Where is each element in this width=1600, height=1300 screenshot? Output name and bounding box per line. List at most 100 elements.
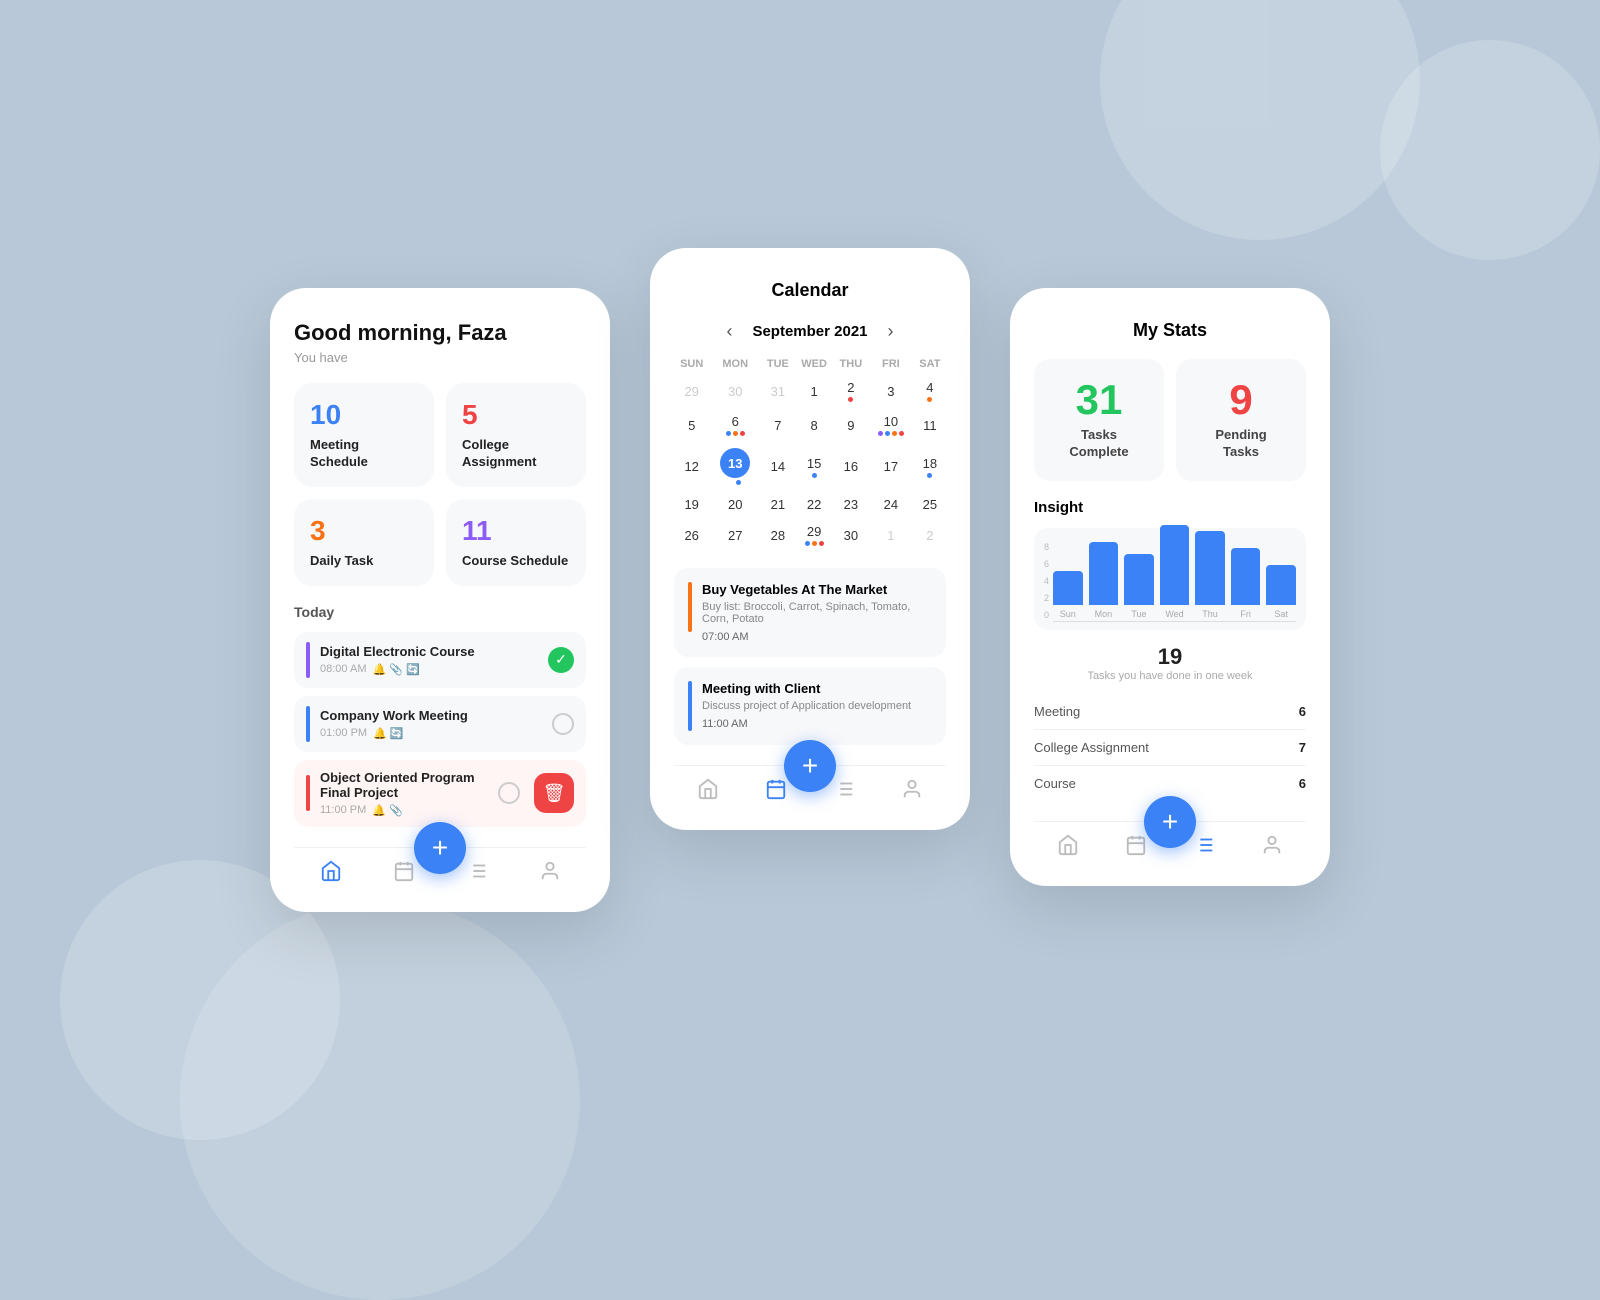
cal-day[interactable]: 8	[795, 408, 834, 442]
cal-day[interactable]: 24	[868, 491, 914, 518]
task-circle-2	[498, 782, 520, 804]
cal-day[interactable]: 30	[709, 374, 761, 408]
task-actions-0: ✓	[548, 647, 574, 673]
cal-day[interactable]: 2	[834, 374, 868, 408]
cal-day[interactable]: 29	[674, 374, 709, 408]
calendar-dot	[819, 541, 824, 546]
cal-day[interactable]: 27	[709, 518, 761, 552]
dot-row	[916, 473, 944, 478]
right-fab-button[interactable]: +	[1144, 796, 1196, 848]
stat-label-2: Daily Task	[310, 553, 418, 570]
task-item-0[interactable]: Digital Electronic Course 08:00 AM 🔔 📎 🔄…	[294, 632, 586, 688]
cal-day[interactable]: 13	[709, 442, 761, 491]
cal-day[interactable]: 5	[674, 408, 709, 442]
cal-day[interactable]: 25	[914, 491, 946, 518]
cal-day[interactable]: 16	[834, 442, 868, 491]
cal-day[interactable]: 1	[795, 374, 834, 408]
stat-num-3: 11	[462, 515, 570, 547]
cal-day[interactable]: 17	[868, 442, 914, 491]
next-month-button[interactable]: ›	[888, 321, 894, 342]
cal-day[interactable]: 30	[834, 518, 868, 552]
middle-nav-home-icon[interactable]	[697, 778, 719, 806]
bar-label-2: Tue	[1131, 609, 1146, 619]
bar-col-0: Sun	[1053, 571, 1083, 619]
nav-home-icon[interactable]	[320, 860, 342, 888]
calendar-dot	[899, 431, 904, 436]
cal-day[interactable]: 21	[761, 491, 794, 518]
task-item-2[interactable]: Object Oriented Program Final Project 11…	[294, 760, 586, 827]
cal-day[interactable]: 31	[761, 374, 794, 408]
calendar-days-header: SUNMONTUEWEDTHUFRISAT	[674, 354, 946, 374]
calendar-dot	[927, 473, 932, 478]
bg-decoration-2	[1380, 40, 1600, 260]
task-meta-1: 01:00 PM 🔔 🔄	[320, 727, 542, 740]
nav-list-icon[interactable]	[466, 860, 488, 888]
cal-day[interactable]: 4	[914, 374, 946, 408]
day-num: 21	[763, 497, 792, 512]
right-nav-home-icon[interactable]	[1057, 834, 1079, 862]
event-card-1[interactable]: Meeting with Client Discuss project of A…	[674, 667, 946, 745]
calendar-dot	[812, 541, 817, 546]
cal-day[interactable]: 10	[868, 408, 914, 442]
cal-day[interactable]: 9	[834, 408, 868, 442]
cal-week-3: 19202122232425	[674, 491, 946, 518]
cal-day[interactable]: 2	[914, 518, 946, 552]
task-meta-2: 11:00 PM 🔔 📎	[320, 804, 488, 817]
chart-y-axis: 8 6 4 2 0	[1044, 542, 1049, 622]
prev-month-button[interactable]: ‹	[726, 321, 732, 342]
cal-day[interactable]: 6	[709, 408, 761, 442]
cal-day-header: THU	[834, 354, 868, 374]
right-nav-profile-icon[interactable]	[1261, 834, 1283, 862]
stat-num-0: 10	[310, 399, 418, 431]
right-nav-list-icon[interactable]	[1193, 834, 1215, 862]
stat-card-1[interactable]: 5 College Assignment	[446, 383, 586, 487]
dot-row	[711, 431, 759, 436]
cal-day[interactable]: 7	[761, 408, 794, 442]
nav-profile-icon[interactable]	[539, 860, 561, 888]
task-item-1[interactable]: Company Work Meeting 01:00 PM 🔔 🔄	[294, 696, 586, 752]
middle-nav-calendar-icon[interactable]	[765, 778, 787, 806]
cal-day[interactable]: 15	[795, 442, 834, 491]
cal-day[interactable]: 28	[761, 518, 794, 552]
cal-day[interactable]: 20	[709, 491, 761, 518]
stat-card-2[interactable]: 3 Daily Task	[294, 499, 434, 586]
bar-3	[1160, 525, 1190, 605]
tasks-complete-box: 31 TasksComplete	[1034, 359, 1164, 481]
right-nav-calendar-icon[interactable]	[1125, 834, 1147, 862]
cal-day[interactable]: 18	[914, 442, 946, 491]
middle-fab-button[interactable]: +	[784, 740, 836, 792]
fab-add-button[interactable]: +	[414, 822, 466, 874]
cal-day[interactable]: 22	[795, 491, 834, 518]
stat-card-3[interactable]: 11 Course Schedule	[446, 499, 586, 586]
cal-day[interactable]: 29	[795, 518, 834, 552]
cal-day[interactable]: 11	[914, 408, 946, 442]
event-info-1: Meeting with Client Discuss project of A…	[702, 681, 911, 730]
cal-day[interactable]: 3	[868, 374, 914, 408]
event-card-0[interactable]: Buy Vegetables At The Market Buy list: B…	[674, 568, 946, 657]
middle-nav-profile-icon[interactable]	[901, 778, 923, 806]
cal-day[interactable]: 1	[868, 518, 914, 552]
event-title-0: Buy Vegetables At The Market	[702, 582, 932, 597]
cal-day[interactable]: 19	[674, 491, 709, 518]
day-num: 14	[763, 459, 792, 474]
bar-col-1: Mon	[1089, 542, 1119, 619]
stat-card-0[interactable]: 10 Meeting Schedule	[294, 383, 434, 487]
task-time-2: 11:00 PM	[320, 804, 366, 816]
breakdown-val-0: 6	[1299, 704, 1306, 719]
cal-day[interactable]: 12	[674, 442, 709, 491]
calendar-dot	[733, 431, 738, 436]
task-done-icon-0: ✓	[548, 647, 574, 673]
bar-6	[1266, 565, 1296, 605]
middle-nav-list-icon[interactable]	[833, 778, 855, 806]
nav-calendar-icon[interactable]	[393, 860, 415, 888]
bar-4	[1195, 531, 1225, 605]
tasks-complete-num: 31	[1050, 379, 1148, 421]
bg-decoration-1	[1100, 0, 1420, 240]
cal-day[interactable]: 23	[834, 491, 868, 518]
bar-5	[1231, 548, 1261, 605]
cal-day[interactable]: 14	[761, 442, 794, 491]
event-bar-1	[688, 681, 692, 731]
cal-day[interactable]: 26	[674, 518, 709, 552]
task-delete-btn-2[interactable]: 🗑	[534, 773, 574, 813]
right-bottom-nav: +	[1034, 821, 1306, 862]
